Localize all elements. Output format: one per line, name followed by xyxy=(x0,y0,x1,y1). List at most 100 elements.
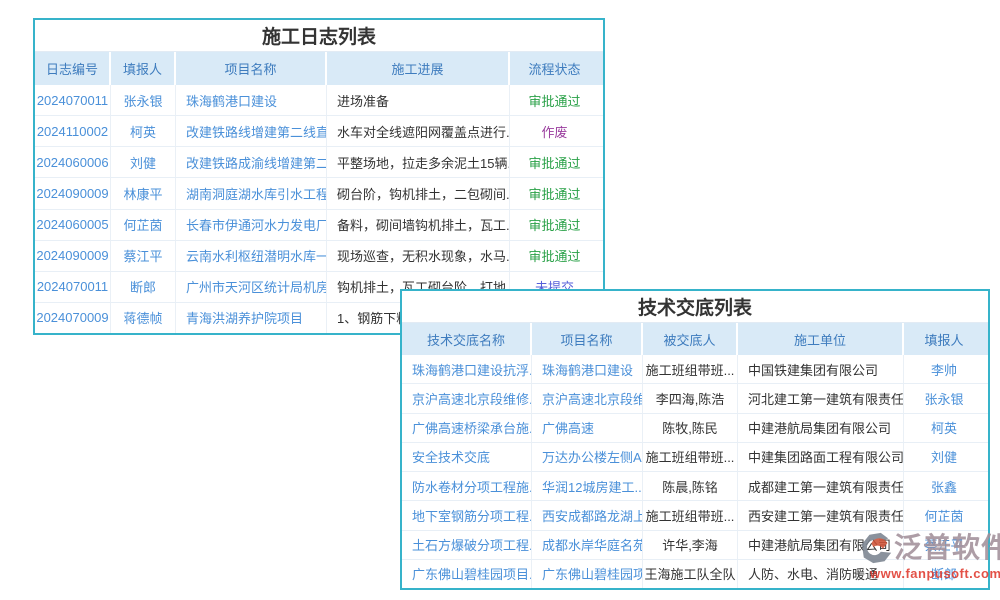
disclosure-cell-reporter[interactable]: 蔡江平 xyxy=(904,531,984,559)
log-cell-reporter[interactable]: 蔡江平 xyxy=(111,241,176,271)
log-cell-reporter[interactable]: 林康平 xyxy=(111,178,176,208)
log-row[interactable]: 2024060006刘健改建铁路成渝线增建第二...平整场地，拉走多余泥土15辆… xyxy=(35,146,603,177)
disclosure-cell-receiver: 施工班组带班... xyxy=(643,501,738,529)
disclosure-cell-name[interactable]: 广佛高速桥梁承台施... xyxy=(402,414,532,442)
log-cell-log_no[interactable]: 2024070011 xyxy=(35,85,111,115)
log-cell-project[interactable]: 改建铁路线增建第二线直... xyxy=(176,116,327,146)
log-cell-project[interactable]: 青海洪湖养护院项目 xyxy=(176,303,327,333)
disclosure-cell-unit: 成都建工第一建筑有限责任公司 xyxy=(738,472,904,500)
log-cell-progress: 现场巡查，无积水现象，水马... xyxy=(327,241,510,271)
disclosure-col-header-receiver: 被交底人 xyxy=(643,323,738,355)
disclosure-cell-project[interactable]: 珠海鹤港口建设 xyxy=(532,355,643,383)
disclosure-cell-receiver: 施工班组带班... xyxy=(643,443,738,471)
disclosure-cell-receiver: 施工班组带班... xyxy=(643,355,738,383)
log-cell-log_no[interactable]: 2024060005 xyxy=(35,210,111,240)
disclosure-col-header-unit: 施工单位 xyxy=(738,323,904,355)
log-row[interactable]: 2024110002柯英改建铁路线增建第二线直...水车对全线遮阳网覆盖点进行.… xyxy=(35,115,603,146)
disclosure-row[interactable]: 广东佛山碧桂园项目...广东佛山碧桂园项目王海施工队全队人防、水电、消防暖通断郎 xyxy=(402,559,988,588)
disclosure-col-header-project: 项目名称 xyxy=(532,323,643,355)
log-cell-progress: 水车对全线遮阳网覆盖点进行... xyxy=(327,116,510,146)
construction-log-header-row: 日志编号填报人项目名称施工进展流程状态 xyxy=(35,52,603,85)
disclosure-cell-unit: 人防、水电、消防暖通 xyxy=(738,560,904,588)
disclosure-row[interactable]: 防水卷材分项工程施...华润12城房建工...陈晨,陈铭成都建工第一建筑有限责任… xyxy=(402,471,988,500)
disclosure-cell-project[interactable]: 华润12城房建工... xyxy=(532,472,643,500)
disclosure-col-header-name: 技术交底名称 xyxy=(402,323,532,355)
log-cell-reporter[interactable]: 蒋德帧 xyxy=(111,303,176,333)
log-status-badge: 审批通过 xyxy=(510,241,599,271)
disclosure-cell-unit: 河北建工第一建筑有限责任公司 xyxy=(738,384,904,412)
log-col-header-project: 项目名称 xyxy=(176,52,327,85)
log-cell-progress: 砌台阶，钩机排土，二包砌间... xyxy=(327,178,510,208)
log-row[interactable]: 2024090009林康平湖南洞庭湖水库引水工程...砌台阶，钩机排土，二包砌间… xyxy=(35,177,603,208)
log-row[interactable]: 2024070011张永银珠海鹤港口建设进场准备审批通过 xyxy=(35,85,603,115)
log-cell-project[interactable]: 广州市天河区统计局机房... xyxy=(176,272,327,302)
log-cell-reporter[interactable]: 何芷茵 xyxy=(111,210,176,240)
disclosure-cell-project[interactable]: 成都水岸华庭名苑... xyxy=(532,531,643,559)
log-cell-progress: 备料，砌间墙钩机排土，瓦工... xyxy=(327,210,510,240)
disclosure-row[interactable]: 珠海鹤港口建设抗浮...珠海鹤港口建设施工班组带班...中国铁建集团有限公司李帅 xyxy=(402,355,988,383)
disclosure-cell-project[interactable]: 京沪高速北京段维修 xyxy=(532,384,643,412)
technical-disclosure-header-row: 技术交底名称项目名称被交底人施工单位填报人 xyxy=(402,323,988,355)
log-cell-project[interactable]: 改建铁路成渝线增建第二... xyxy=(176,147,327,177)
log-status-badge: 审批通过 xyxy=(510,147,599,177)
disclosure-col-header-reporter: 填报人 xyxy=(904,323,984,355)
disclosure-cell-reporter[interactable]: 张鑫 xyxy=(904,472,984,500)
log-row[interactable]: 2024060005何芷茵长春市伊通河水力发电厂...备料，砌间墙钩机排土，瓦工… xyxy=(35,209,603,240)
log-cell-progress: 进场准备 xyxy=(327,85,510,115)
log-cell-log_no[interactable]: 2024090009 xyxy=(35,178,111,208)
log-col-header-log_no: 日志编号 xyxy=(35,52,111,85)
disclosure-row[interactable]: 京沪高速北京段维修...京沪高速北京段维修李四海,陈浩河北建工第一建筑有限责任公… xyxy=(402,383,988,412)
disclosure-row[interactable]: 土石方爆破分项工程...成都水岸华庭名苑...许华,李海中建港航局集团有限公司蔡… xyxy=(402,530,988,559)
disclosure-cell-unit: 西安建工第一建筑有限责任公司 xyxy=(738,501,904,529)
log-cell-log_no[interactable]: 2024110002 xyxy=(35,116,111,146)
disclosure-cell-receiver: 李四海,陈浩 xyxy=(643,384,738,412)
disclosure-cell-reporter[interactable]: 何芷茵 xyxy=(904,501,984,529)
disclosure-row[interactable]: 安全技术交底万达办公楼左侧A...施工班组带班...中建集团路面工程有限公司刘健 xyxy=(402,442,988,471)
disclosure-cell-name[interactable]: 京沪高速北京段维修... xyxy=(402,384,532,412)
log-cell-log_no[interactable]: 2024060006 xyxy=(35,147,111,177)
log-cell-project[interactable]: 湖南洞庭湖水库引水工程... xyxy=(176,178,327,208)
disclosure-cell-unit: 中建港航局集团有限公司 xyxy=(738,414,904,442)
disclosure-cell-reporter[interactable]: 李帅 xyxy=(904,355,984,383)
log-cell-reporter[interactable]: 柯英 xyxy=(111,116,176,146)
technical-disclosure-title: 技术交底列表 xyxy=(402,291,988,323)
disclosure-cell-project[interactable]: 广佛高速 xyxy=(532,414,643,442)
disclosure-cell-project[interactable]: 广东佛山碧桂园项目 xyxy=(532,560,643,588)
disclosure-cell-reporter[interactable]: 刘健 xyxy=(904,443,984,471)
log-cell-progress: 平整场地，拉走多余泥土15辆... xyxy=(327,147,510,177)
log-cell-project[interactable]: 长春市伊通河水力发电厂... xyxy=(176,210,327,240)
disclosure-cell-receiver: 陈晨,陈铭 xyxy=(643,472,738,500)
log-col-header-reporter: 填报人 xyxy=(111,52,176,85)
disclosure-row[interactable]: 地下室钢筋分项工程...西安成都路龙湖上...施工班组带班...西安建工第一建筑… xyxy=(402,500,988,529)
technical-disclosure-panel: 技术交底列表 技术交底名称项目名称被交底人施工单位填报人 珠海鹤港口建设抗浮..… xyxy=(400,289,990,590)
log-cell-log_no[interactable]: 2024090009 xyxy=(35,241,111,271)
disclosure-cell-receiver: 陈牧,陈民 xyxy=(643,414,738,442)
disclosure-cell-project[interactable]: 万达办公楼左侧A... xyxy=(532,443,643,471)
log-status-badge: 审批通过 xyxy=(510,178,599,208)
disclosure-cell-name[interactable]: 安全技术交底 xyxy=(402,443,532,471)
log-status-badge: 审批通过 xyxy=(510,85,599,115)
disclosure-cell-unit: 中国铁建集团有限公司 xyxy=(738,355,904,383)
disclosure-row[interactable]: 广佛高速桥梁承台施...广佛高速陈牧,陈民中建港航局集团有限公司柯英 xyxy=(402,413,988,442)
disclosure-cell-receiver: 许华,李海 xyxy=(643,531,738,559)
disclosure-cell-name[interactable]: 土石方爆破分项工程... xyxy=(402,531,532,559)
disclosure-cell-name[interactable]: 防水卷材分项工程施... xyxy=(402,472,532,500)
disclosure-cell-reporter[interactable]: 断郎 xyxy=(904,560,984,588)
log-cell-log_no[interactable]: 2024070009 xyxy=(35,303,111,333)
disclosure-cell-name[interactable]: 珠海鹤港口建设抗浮... xyxy=(402,355,532,383)
disclosure-cell-name[interactable]: 地下室钢筋分项工程... xyxy=(402,501,532,529)
disclosure-cell-reporter[interactable]: 柯英 xyxy=(904,414,984,442)
log-cell-reporter[interactable]: 断郎 xyxy=(111,272,176,302)
log-status-badge: 作废 xyxy=(510,116,599,146)
log-cell-project[interactable]: 珠海鹤港口建设 xyxy=(176,85,327,115)
log-cell-reporter[interactable]: 张永银 xyxy=(111,85,176,115)
disclosure-cell-project[interactable]: 西安成都路龙湖上... xyxy=(532,501,643,529)
log-cell-project[interactable]: 云南水利枢纽潜明水库一... xyxy=(176,241,327,271)
disclosure-cell-name[interactable]: 广东佛山碧桂园项目... xyxy=(402,560,532,588)
log-col-header-status: 流程状态 xyxy=(510,52,599,85)
disclosure-cell-reporter[interactable]: 张永银 xyxy=(904,384,984,412)
log-row[interactable]: 2024090009蔡江平云南水利枢纽潜明水库一...现场巡查，无积水现象，水马… xyxy=(35,240,603,271)
disclosure-cell-receiver: 王海施工队全队 xyxy=(643,560,738,588)
log-cell-log_no[interactable]: 2024070011 xyxy=(35,272,111,302)
log-cell-reporter[interactable]: 刘健 xyxy=(111,147,176,177)
